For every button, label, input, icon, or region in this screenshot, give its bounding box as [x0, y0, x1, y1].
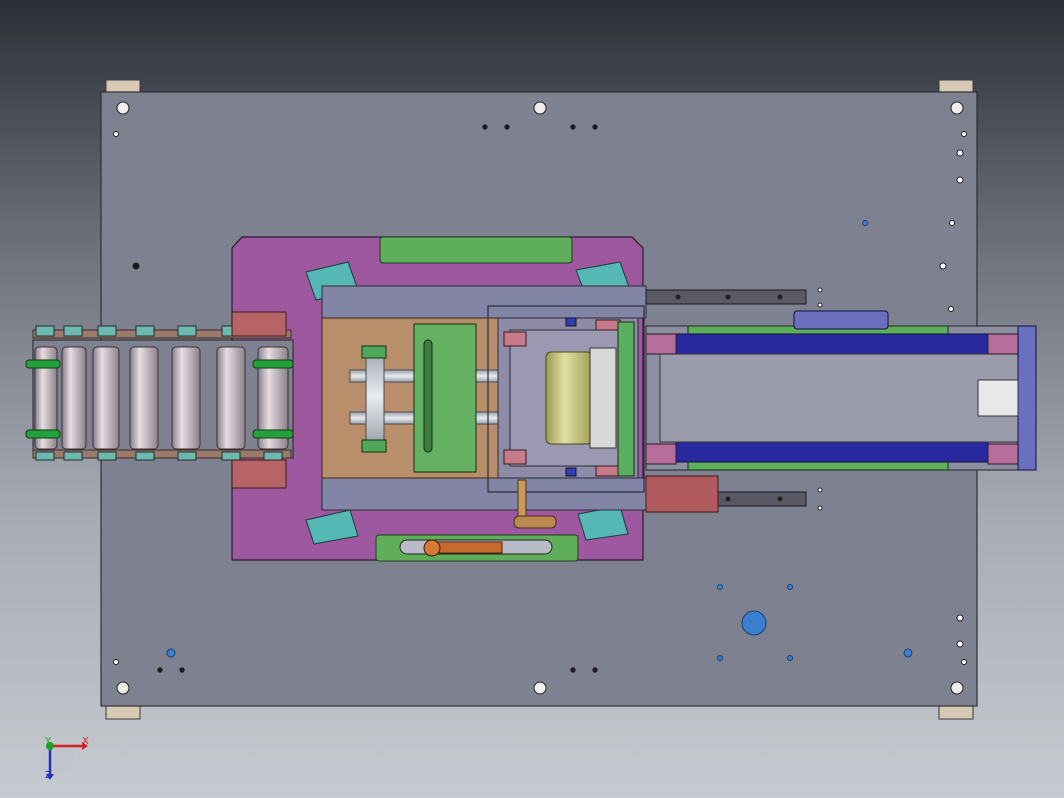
- conveyor-channel: [659, 353, 1019, 443]
- carriage-slot: [423, 339, 433, 453]
- coordinate-triad: [42, 742, 88, 780]
- z-axis-label: Z: [45, 770, 52, 781]
- tray-bracket-top: [231, 311, 287, 337]
- lever-handle[interactable]: [513, 515, 557, 529]
- x-axis-label: X: [82, 736, 89, 747]
- top-green-bar: [379, 236, 573, 264]
- y-axis-label: Y: [45, 736, 52, 747]
- conveyor-sensor: [977, 379, 1019, 417]
- lower-housing: [321, 477, 647, 511]
- conveyor-end-plate[interactable]: [1017, 325, 1037, 471]
- conveyor-belt-top: [675, 333, 989, 355]
- assembly-model[interactable]: [0, 0, 1064, 798]
- red-bracket: [645, 475, 719, 513]
- cylinder-pivot: [423, 539, 441, 557]
- bottom-cylinder[interactable]: [429, 541, 503, 554]
- conveyor-bottom-strip: [687, 461, 949, 471]
- cad-viewport[interactable]: X Y Z: [0, 0, 1064, 798]
- green-carriage[interactable]: [413, 323, 477, 473]
- clamp-green-pads: [617, 321, 635, 477]
- upper-housing: [321, 285, 647, 319]
- tray-bracket-bottom: [231, 459, 287, 489]
- yellow-roller[interactable]: [545, 351, 593, 445]
- conveyor-belt-bottom: [675, 441, 989, 463]
- guide-block: [589, 347, 617, 449]
- motor-housing[interactable]: [793, 310, 889, 330]
